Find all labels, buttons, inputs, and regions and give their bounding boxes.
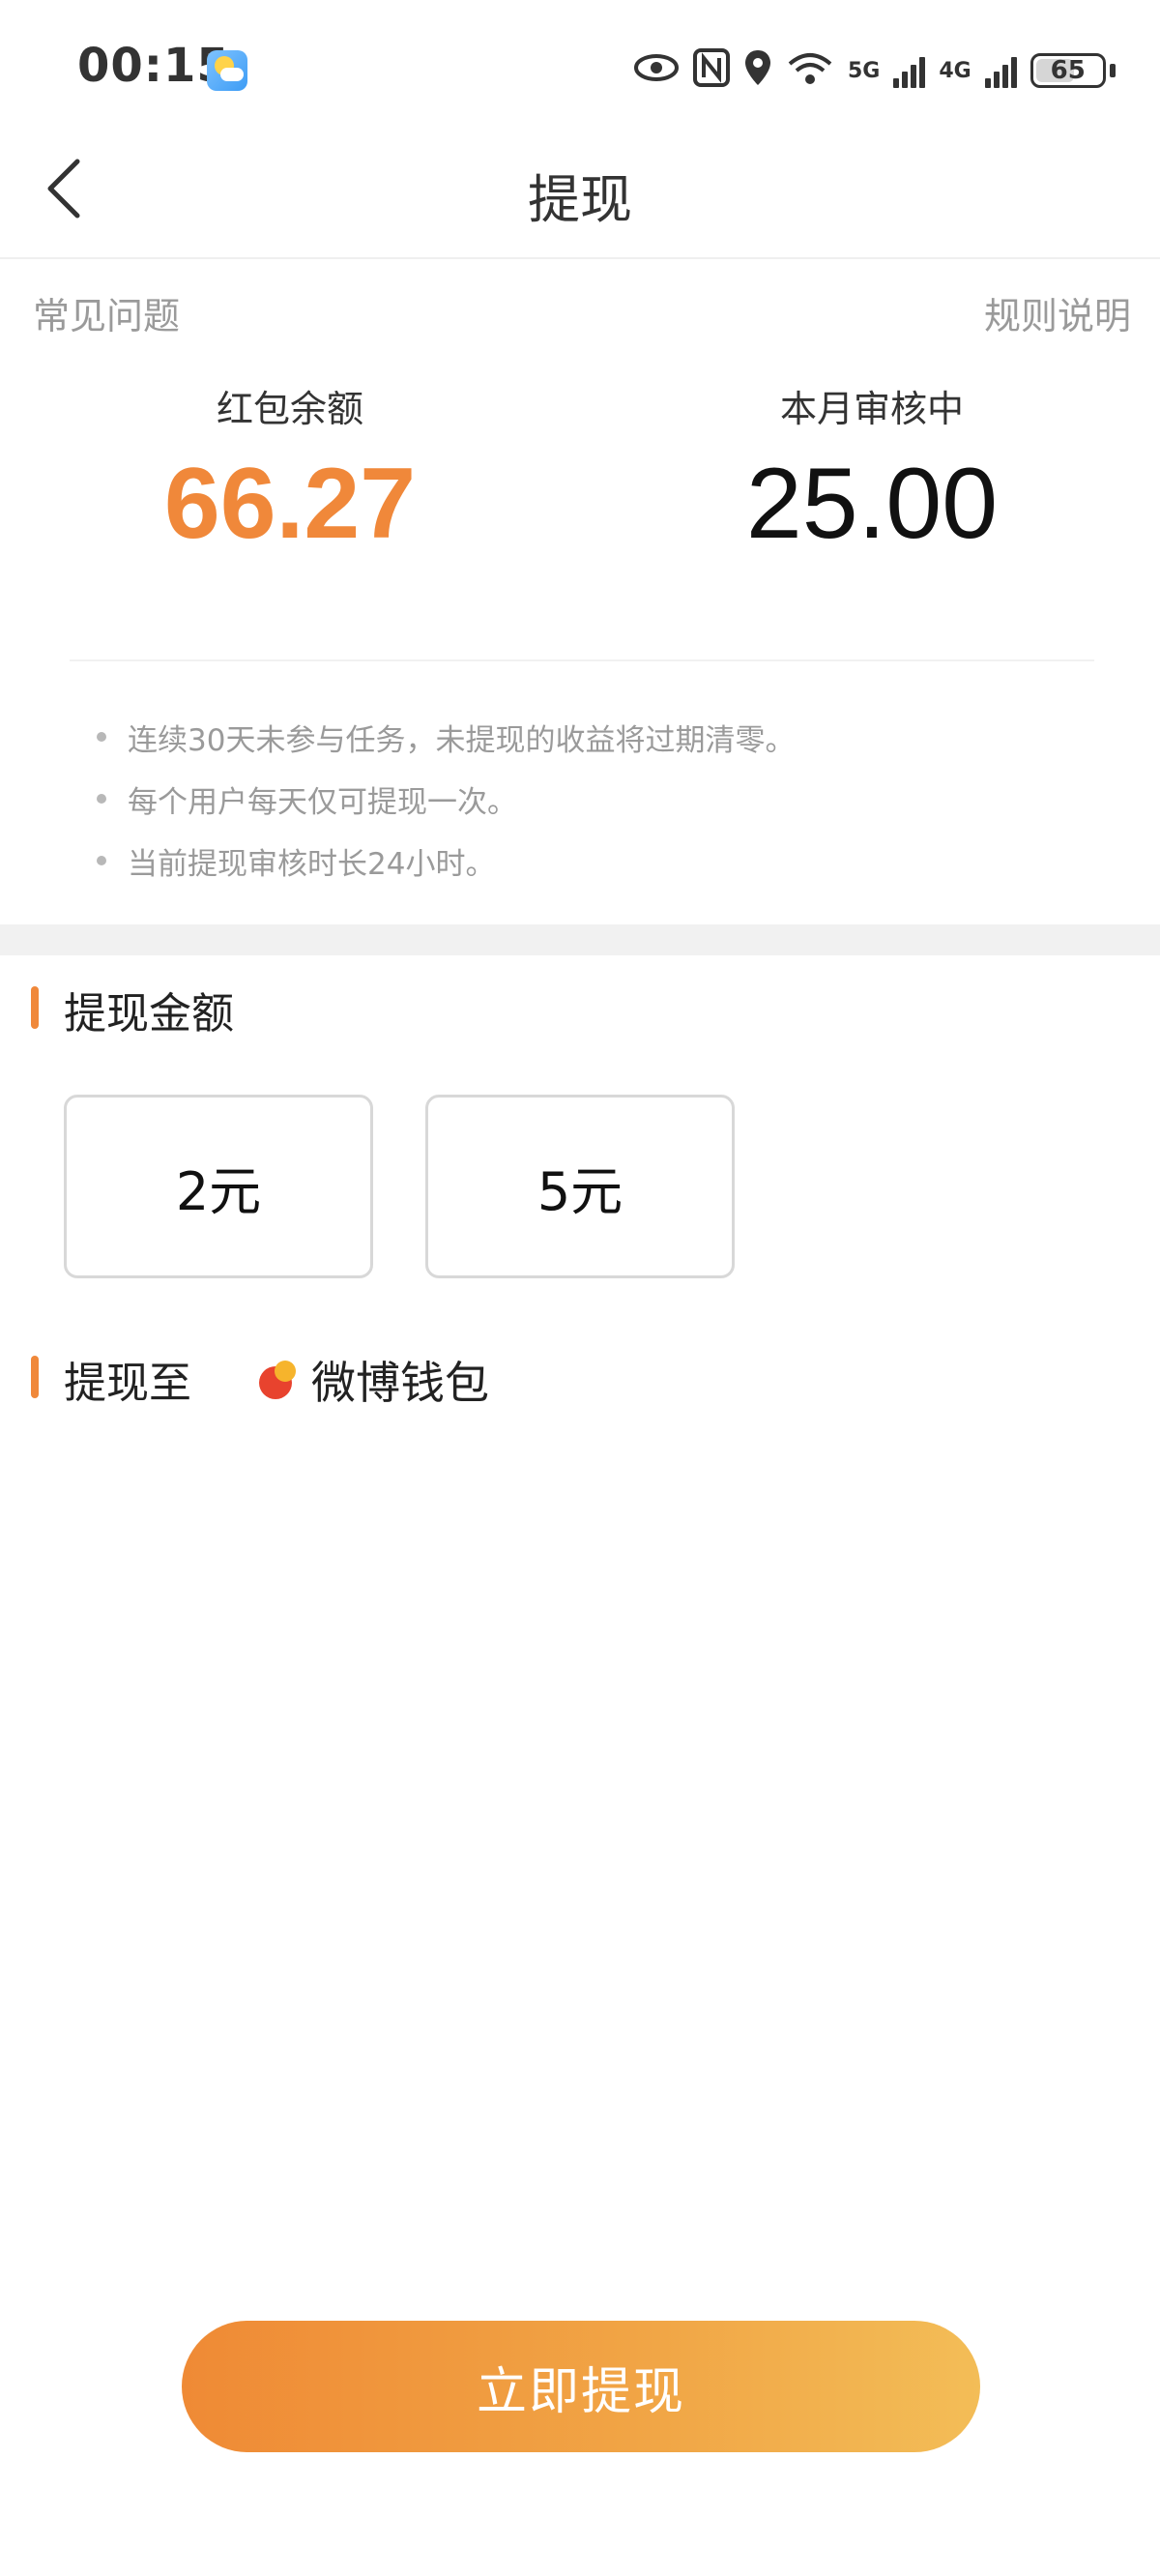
- weibo-wallet-label: 微博钱包: [311, 1357, 489, 1409]
- section-accent-bar: [31, 1356, 39, 1398]
- section-accent-bar: [31, 986, 39, 1029]
- faq-link[interactable]: 常见问题: [33, 286, 180, 339]
- header-divider: [0, 257, 1160, 259]
- signal-bars-icon: [893, 53, 926, 88]
- bullet-icon: [97, 732, 106, 742]
- nfc-icon: [693, 48, 730, 93]
- wifi-icon: [786, 48, 834, 93]
- destination-title: 提现至: [64, 1359, 191, 1408]
- bullet-icon: [97, 794, 106, 804]
- signal-bars-icon: [984, 53, 1017, 88]
- red-packet-balance-value: 66.27: [163, 448, 417, 560]
- amount-option-2[interactable]: 2元: [64, 1095, 373, 1278]
- red-packet-balance-label: 红包余额: [216, 388, 363, 430]
- status-bar: 00:15 5G 4G 65: [0, 0, 1160, 135]
- network-4g-label: 4G: [939, 58, 972, 83]
- notice-item: 连续30天未参与任务，未提现的收益将过期清零。: [97, 706, 795, 768]
- back-arrow-icon: [47, 159, 80, 219]
- amount-section-title: 提现金额: [64, 989, 234, 1039]
- notice-item: 当前提现审核时长24小时。: [97, 830, 795, 892]
- amount-option-5[interactable]: 5元: [425, 1095, 735, 1278]
- battery-tip: [1109, 64, 1116, 77]
- section-separator: [0, 924, 1160, 955]
- balance-divider: [70, 659, 1094, 661]
- bullet-icon: [97, 856, 106, 865]
- reviewing-label: 本月审核中: [779, 388, 964, 430]
- rules-link[interactable]: 规则说明: [984, 286, 1131, 339]
- weather-icon: [207, 50, 247, 91]
- eye-icon: [633, 52, 680, 89]
- weibo-wallet-option[interactable]: 微博钱包: [259, 1348, 489, 1412]
- withdraw-now-button[interactable]: 立即提现: [182, 2321, 980, 2452]
- network-5g-label: 5G: [848, 58, 881, 83]
- battery-level: 65: [1050, 56, 1086, 85]
- reviewing-value: 25.00: [745, 448, 999, 560]
- back-button[interactable]: [35, 157, 93, 220]
- page-title: 提现: [528, 169, 632, 230]
- weibo-wallet-icon: [259, 1361, 298, 1399]
- notice-list: 连续30天未参与任务，未提现的收益将过期清零。 每个用户每天仅可提现一次。 当前…: [97, 706, 795, 892]
- location-icon: [743, 48, 772, 93]
- battery-icon: 65: [1030, 53, 1106, 88]
- notice-item: 每个用户每天仅可提现一次。: [97, 768, 795, 830]
- status-icons: 5G 4G 65: [633, 46, 1116, 95]
